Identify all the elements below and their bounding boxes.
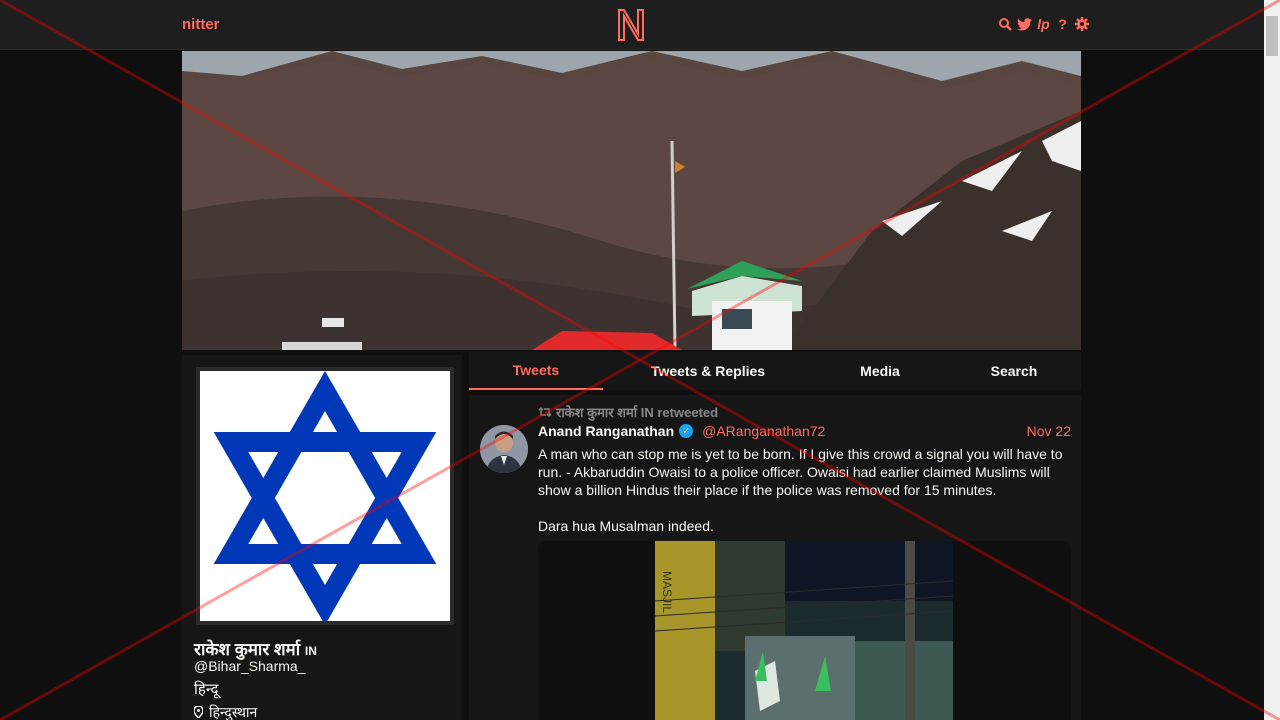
timeline: राकेश कुमार शर्मा IN retweeted Anand Ran… bbox=[469, 395, 1081, 720]
search-icon[interactable] bbox=[998, 16, 1013, 32]
settings-icon[interactable] bbox=[1074, 16, 1089, 32]
profile-bio: हिन्दू bbox=[194, 681, 219, 698]
twitter-icon[interactable] bbox=[1017, 16, 1032, 32]
scroll-thumb[interactable] bbox=[1266, 16, 1278, 56]
navbar: nitter lp ? bbox=[0, 0, 1264, 50]
timeline-tabs: Tweets Tweets & Replies Media Search bbox=[469, 352, 1081, 390]
banner-image bbox=[182, 51, 1081, 350]
profile-card: राकेश कुमार शर्मा IN @Bihar_Sharma_ हिन्… bbox=[182, 355, 462, 720]
avatar[interactable] bbox=[196, 367, 454, 626]
person-avatar-icon bbox=[480, 425, 528, 473]
brand-link[interactable]: nitter bbox=[182, 16, 220, 33]
tab-media[interactable]: Media bbox=[813, 352, 947, 390]
tweet-date[interactable]: Nov 22 bbox=[1027, 423, 1071, 439]
verified-icon: ✓ bbox=[679, 424, 694, 438]
tweet-author-handle[interactable]: @ARanganathan72 bbox=[702, 423, 825, 439]
nav-icons: lp ? bbox=[998, 16, 1089, 32]
tab-search[interactable]: Search bbox=[947, 352, 1081, 390]
tweet-text: A man who can stop me is yet to be born.… bbox=[538, 446, 1063, 534]
avatar-image bbox=[200, 370, 450, 626]
retweet-header: राकेश कुमार शर्मा IN retweeted bbox=[538, 403, 718, 421]
tweet-media-image: MASJIL bbox=[655, 541, 953, 720]
tab-tweets[interactable]: Tweets bbox=[469, 352, 603, 390]
retweet-header-text: राकेश कुमार शर्मा IN retweeted bbox=[556, 405, 719, 420]
location-text: हिन्दुस्थान bbox=[209, 704, 258, 720]
tweet-author[interactable]: Anand Ranganathan ✓ @ARanganathan72 bbox=[538, 423, 825, 439]
tweet-author-name[interactable]: Anand Ranganathan bbox=[538, 423, 674, 439]
tweet-media[interactable]: MASJIL bbox=[538, 541, 1071, 720]
nitter-logo[interactable] bbox=[616, 8, 646, 42]
profile-fullname-text: राकेश कुमार शर्मा bbox=[194, 640, 301, 659]
page-scrollbar[interactable] bbox=[1264, 0, 1280, 720]
location-pin-icon bbox=[193, 704, 204, 720]
star-of-david-icon bbox=[213, 370, 437, 626]
tweet-avatar[interactable] bbox=[480, 425, 528, 473]
profile-flag: IN bbox=[304, 644, 317, 658]
profile-username[interactable]: @Bihar_Sharma_ bbox=[194, 658, 306, 674]
profile-fullname[interactable]: राकेश कुमार शर्मा IN bbox=[194, 637, 317, 660]
retweet-icon bbox=[538, 405, 552, 420]
profile-banner[interactable] bbox=[182, 51, 1081, 350]
rss-icon[interactable]: lp bbox=[1036, 16, 1051, 32]
profile-location: हिन्दुस्थान bbox=[193, 703, 258, 720]
help-icon[interactable]: ? bbox=[1055, 16, 1070, 32]
tab-tweets-replies[interactable]: Tweets & Replies bbox=[603, 352, 813, 390]
svg-text:MASJIL: MASJIL bbox=[660, 571, 674, 613]
